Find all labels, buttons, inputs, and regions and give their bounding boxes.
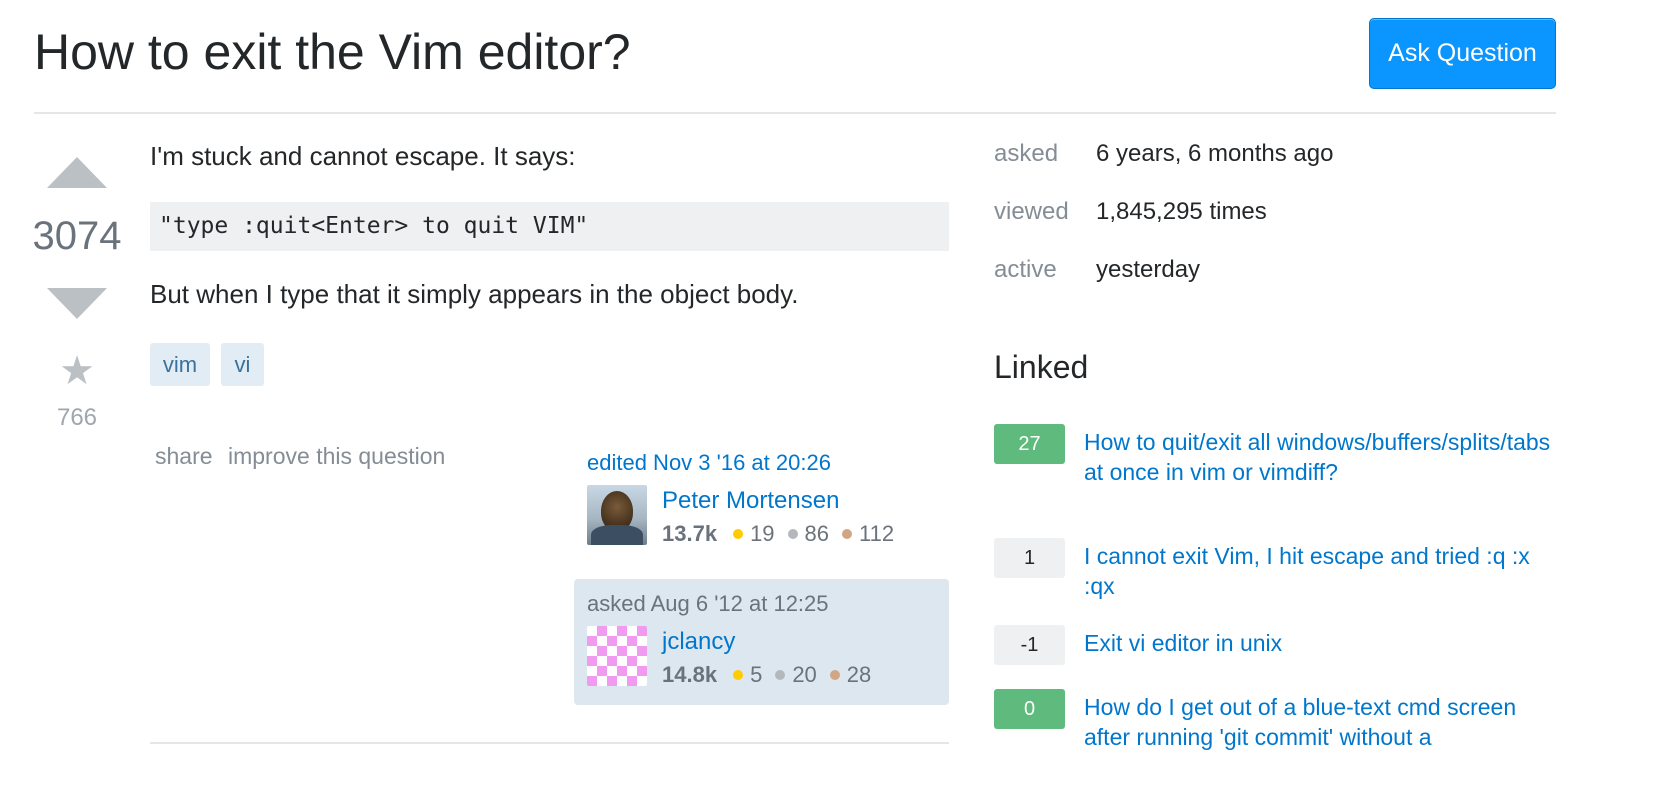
- stat-viewed-label: viewed: [994, 198, 1069, 225]
- stat-active-value[interactable]: yesterday: [1096, 256, 1200, 284]
- linked-question-link[interactable]: I cannot exit Vim, I hit escape and trie…: [1084, 541, 1554, 601]
- stat-viewed-value: 1,845,295 times: [1096, 198, 1267, 225]
- asker-name-link[interactable]: jclancy: [662, 628, 735, 656]
- editor-reputation-line: 13.7k 19 86 112: [662, 521, 907, 547]
- gold-badge-icon: [733, 670, 744, 680]
- editor-silver-count: 86: [804, 521, 830, 546]
- stat-asked-label: asked: [994, 140, 1059, 167]
- editor-reputation: 13.7k: [662, 521, 718, 546]
- stat-asked-value: 6 years, 6 months ago: [1096, 140, 1334, 167]
- editor-user-card: edited Nov 3 '16 at 20:26 Peter Mortense…: [574, 440, 949, 560]
- share-link[interactable]: share: [155, 443, 213, 470]
- linked-score[interactable]: 1: [994, 538, 1065, 578]
- code-block: "type :quit<Enter> to quit VIM": [150, 202, 949, 251]
- post-bottom-divider: [150, 742, 949, 744]
- star-icon[interactable]: ★: [56, 349, 98, 393]
- gold-badge-icon: [733, 529, 744, 539]
- asker-gold-count: 5: [750, 662, 763, 687]
- bronze-badge-icon: [829, 670, 840, 680]
- vote-count: 3074: [32, 214, 122, 258]
- improve-question-link[interactable]: improve this question: [228, 443, 445, 470]
- linked-question-link[interactable]: How to quit/exit all windows/buffers/spl…: [1084, 427, 1554, 487]
- asker-bronze-count: 28: [846, 662, 872, 687]
- question-title[interactable]: How to exit the Vim editor?: [34, 24, 631, 80]
- editor-name-link[interactable]: Peter Mortensen: [662, 487, 839, 515]
- edited-timestamp-link[interactable]: edited Nov 3 '16 at 20:26: [587, 450, 831, 476]
- vote-up-arrow-icon[interactable]: [47, 157, 107, 188]
- avatar-photo-shoulders: [591, 525, 643, 545]
- question-page: How to exit the Vim editor? Ask Question…: [0, 0, 1672, 802]
- linked-heading: Linked: [994, 349, 1089, 385]
- favorite-count: 766: [56, 404, 98, 431]
- linked-score[interactable]: 27: [994, 424, 1065, 464]
- question-intro-text: I'm stuck and cannot escape. It says:: [150, 141, 576, 171]
- asked-timestamp: asked Aug 6 '12 at 12:25: [587, 591, 829, 616]
- asker-reputation-line: 14.8k 5 20 28: [662, 662, 884, 688]
- stat-active-label: active: [994, 256, 1057, 283]
- vote-down-arrow-icon[interactable]: [47, 288, 107, 319]
- question-body-text: But when I type that it simply appears i…: [150, 279, 799, 309]
- silver-badge-icon: [787, 529, 798, 539]
- tag-vim[interactable]: vim: [150, 343, 210, 386]
- linked-score[interactable]: -1: [994, 625, 1065, 665]
- editor-gold-count: 19: [750, 521, 775, 546]
- silver-badge-icon: [775, 670, 786, 680]
- bronze-badge-icon: [842, 529, 853, 539]
- linked-question-link[interactable]: Exit vi editor in unix: [1084, 628, 1554, 658]
- linked-score[interactable]: 0: [994, 689, 1065, 729]
- editor-avatar[interactable]: [587, 485, 647, 545]
- editor-bronze-count: 112: [859, 521, 895, 546]
- header-divider: [34, 112, 1556, 114]
- asker-avatar[interactable]: [587, 626, 647, 686]
- asker-user-card: asked Aug 6 '12 at 12:25 jclancy 14.8k 5…: [574, 579, 949, 705]
- asker-reputation: 14.8k: [662, 662, 718, 687]
- ask-question-button[interactable]: Ask Question: [1369, 18, 1556, 89]
- tag-vi[interactable]: vi: [221, 343, 264, 386]
- linked-question-link[interactable]: How do I get out of a blue-text cmd scre…: [1084, 692, 1554, 752]
- asker-silver-count: 20: [792, 662, 817, 687]
